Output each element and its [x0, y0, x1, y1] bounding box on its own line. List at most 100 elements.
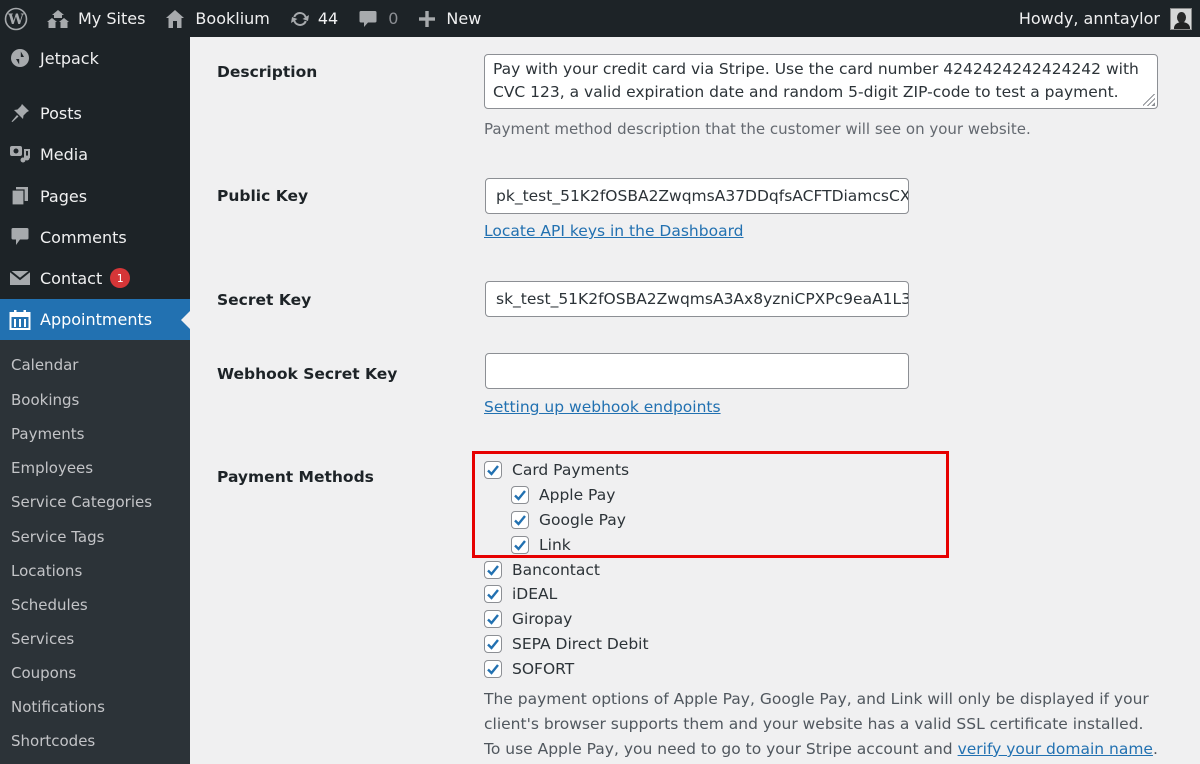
- checkmark-icon: [514, 540, 526, 551]
- checkbox-label: Card Payments: [512, 461, 630, 479]
- submenu-item-service-tags[interactable]: Service Tags: [11, 528, 104, 546]
- site-name-menu[interactable]: Booklium: [165, 0, 270, 37]
- updates-count: 44: [317, 9, 339, 28]
- submenu-item-locations[interactable]: Locations: [11, 562, 82, 580]
- checkbox-label: Giropay: [512, 610, 573, 628]
- appointments-submenu: Calendar Bookings Payments Employees Ser…: [0, 340, 190, 764]
- submenu-item-calendar[interactable]: Calendar: [11, 356, 78, 374]
- checkbox-label: Link: [539, 536, 571, 554]
- locate-api-keys-link[interactable]: Locate API keys in the Dashboard: [484, 222, 744, 240]
- checkbox-card-payments[interactable]: Card Payments: [484, 461, 629, 479]
- media-icon: [0, 144, 40, 164]
- sidebar-item-label: Media: [40, 144, 89, 164]
- checkbox[interactable]: [511, 536, 529, 554]
- note-line-3-prefix: To use Apple Pay, you need to go to your…: [484, 740, 958, 758]
- sidebar-item-media[interactable]: Media: [0, 134, 190, 174]
- checkbox-apple-pay[interactable]: Apple Pay: [511, 486, 615, 504]
- submenu-item-schedules[interactable]: Schedules: [11, 596, 88, 614]
- submenu-item-payments[interactable]: Payments: [11, 425, 84, 443]
- checkbox[interactable]: [484, 635, 502, 653]
- submenu-item-coupons[interactable]: Coupons: [11, 664, 76, 682]
- comments-button[interactable]: 0: [358, 0, 398, 37]
- description-help: Payment method description that the cust…: [484, 120, 1031, 138]
- new-content-button[interactable]: New: [418, 0, 481, 37]
- new-label: New: [446, 9, 482, 28]
- checkbox-sofort[interactable]: SOFORT: [484, 660, 574, 678]
- submenu-item-notifications[interactable]: Notifications: [11, 698, 105, 716]
- checkmark-icon: [487, 465, 499, 476]
- submenu-item-services[interactable]: Services: [11, 630, 74, 648]
- checkbox-link[interactable]: Link: [511, 536, 571, 554]
- checkmark-icon: [487, 565, 499, 576]
- checkbox-sepa-direct-debit[interactable]: SEPA Direct Debit: [484, 635, 649, 653]
- description-textarea[interactable]: Pay with your credit card via Stripe. Us…: [484, 54, 1158, 109]
- updates-icon: [290, 9, 310, 29]
- checkbox[interactable]: [484, 585, 502, 603]
- secret-key-value: sk_test_51K2fOSBA2ZwqmsA3Ax8yzniCPXPc9ea…: [496, 290, 909, 308]
- payment-methods-note: The payment options of Apple Pay, Google…: [484, 687, 1158, 762]
- sidebar-item-label: Jetpack: [40, 48, 99, 68]
- sidebar-item-label: Contact: [40, 268, 103, 288]
- checkbox-giropay[interactable]: Giropay: [484, 610, 572, 628]
- checkbox-google-pay[interactable]: Google Pay: [511, 511, 626, 529]
- comments-count: 0: [388, 9, 399, 28]
- verify-domain-link[interactable]: verify your domain name: [958, 740, 1153, 758]
- wordpress-logo-icon: W: [4, 7, 28, 31]
- updates-button[interactable]: 44: [290, 0, 338, 37]
- checkbox[interactable]: [484, 660, 502, 678]
- pin-icon: [0, 103, 40, 123]
- webhook-endpoints-link[interactable]: Setting up webhook endpoints: [484, 398, 721, 416]
- note-line-3: To use Apple Pay, you need to go to your…: [484, 737, 1158, 762]
- checkbox[interactable]: [484, 461, 502, 479]
- plus-icon: [418, 10, 436, 28]
- jetpack-icon: [0, 48, 40, 68]
- sidebar-item-label: Posts: [40, 103, 82, 123]
- sidebar-item-comments[interactable]: Comments: [0, 217, 190, 257]
- checkmark-icon: [487, 614, 499, 625]
- sidebar-item-jetpack[interactable]: Jetpack: [0, 38, 190, 78]
- submenu-item-employees[interactable]: Employees: [11, 459, 93, 477]
- my-sites-menu[interactable]: My Sites: [46, 0, 145, 37]
- sidebar-item-posts[interactable]: Posts: [0, 93, 190, 133]
- sidebar-item-label: Pages: [40, 186, 88, 206]
- public-key-value: pk_test_51K2fOSBA2ZwqmsA37DDqfsACFTDiamc…: [496, 187, 909, 205]
- checkbox-ideal[interactable]: iDEAL: [484, 585, 557, 603]
- checkbox-label: Bancontact: [512, 561, 600, 579]
- checkbox-label: SOFORT: [512, 660, 575, 678]
- notification-badge: 1: [110, 268, 131, 288]
- checkbox[interactable]: [484, 561, 502, 579]
- checkmark-icon: [487, 639, 499, 650]
- checkbox[interactable]: [511, 511, 529, 529]
- my-sites-icon: [46, 9, 70, 29]
- description-value: Pay with your credit card via Stripe. Us…: [493, 60, 1139, 101]
- admin-sidebar: Jetpack Posts Media Pages Comments Conta…: [0, 37, 190, 764]
- note-line-2: client's browser supports them and your …: [484, 715, 1144, 733]
- checkbox[interactable]: [511, 486, 529, 504]
- my-sites-label: My Sites: [78, 9, 146, 28]
- comment-icon: [0, 227, 40, 247]
- submenu-item-bookings[interactable]: Bookings: [11, 391, 79, 409]
- avatar: [1170, 7, 1192, 30]
- description-label: Description: [217, 63, 318, 81]
- comment-icon: [358, 9, 378, 29]
- settings-form: Description Pay with your credit card vi…: [190, 37, 1200, 764]
- sidebar-item-contact[interactable]: Contact 1: [0, 258, 190, 298]
- sidebar-item-pages[interactable]: Pages: [0, 176, 190, 216]
- pages-icon: [0, 186, 40, 206]
- webhook-secret-key-label: Webhook Secret Key: [217, 365, 398, 383]
- my-account-menu[interactable]: Howdy, anntaylor: [1019, 0, 1192, 37]
- checkmark-icon: [514, 490, 526, 501]
- sidebar-item-appointments[interactable]: Appointments: [0, 299, 190, 340]
- secret-key-input[interactable]: sk_test_51K2fOSBA2ZwqmsA3Ax8yzniCPXPc9ea…: [485, 281, 909, 317]
- checkbox[interactable]: [484, 610, 502, 628]
- submenu-item-shortcodes[interactable]: Shortcodes: [11, 732, 95, 750]
- envelope-icon: [0, 269, 40, 287]
- wordpress-logo-button[interactable]: W: [0, 0, 36, 37]
- checkmark-icon: [487, 664, 499, 675]
- submenu-item-service-categories[interactable]: Service Categories: [11, 493, 152, 511]
- public-key-input[interactable]: pk_test_51K2fOSBA2ZwqmsA37DDqfsACFTDiamc…: [485, 178, 909, 214]
- checkbox-bancontact[interactable]: Bancontact: [484, 561, 600, 579]
- resize-handle[interactable]: [1143, 94, 1155, 106]
- sidebar-item-label: Appointments: [40, 310, 153, 329]
- webhook-secret-key-input[interactable]: [485, 353, 909, 389]
